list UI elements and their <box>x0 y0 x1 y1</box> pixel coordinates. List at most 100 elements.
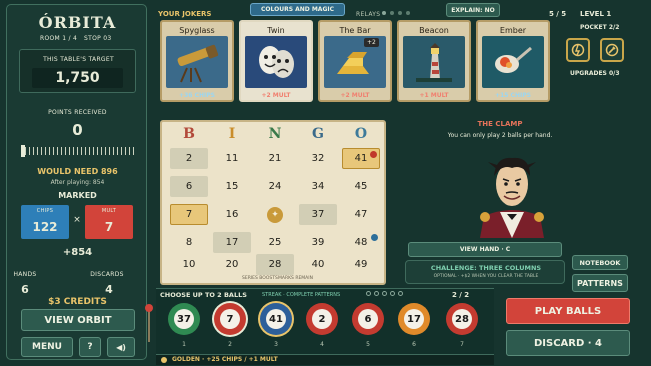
card-cell[interactable]: 24 <box>256 176 294 197</box>
menu-button[interactable]: MENU <box>21 337 73 357</box>
card-cell[interactable]: 2 <box>170 148 208 169</box>
score-panel: ÓRBITA ROOM 1 / 4 STOP 03 THIS TABLE'S T… <box>6 4 147 360</box>
ball-2[interactable]: 2 <box>306 303 338 335</box>
challenge-title: CHALLENGE: THREE COLUMNS <box>430 264 542 272</box>
streak-dot <box>366 291 371 296</box>
marks-remain-label: MARKS REMAIN <box>278 276 313 281</box>
card-cell[interactable]: 15 <box>213 176 251 197</box>
score-gain: +854 <box>62 247 93 258</box>
card-cell[interactable]: 39 <box>299 232 337 253</box>
column-letter-i: I <box>228 126 236 142</box>
streak-dot <box>398 291 403 296</box>
red-seal-icon <box>370 151 377 158</box>
card-cell[interactable]: 28 <box>256 254 294 275</box>
stop-label: STOP 03 <box>84 35 112 42</box>
help-button[interactable]: ? <box>79 337 101 357</box>
series-boosts-label: SERIES BOOSTS <box>242 276 278 281</box>
card-cell[interactable]: 16 <box>213 204 251 225</box>
ball-index: 6 <box>412 341 416 348</box>
view-orbit-button[interactable]: VIEW ORBIT <box>21 309 135 331</box>
card-cell[interactable]: 7 <box>170 204 208 225</box>
after-playing-text: After playing: 854 <box>50 179 105 186</box>
ball-index: 5 <box>366 341 370 348</box>
ember-spoon-icon <box>482 36 544 88</box>
joker-card-twin[interactable]: Twin +2 MULT <box>239 20 313 102</box>
would-need-text: WOULD NEED 896 <box>37 167 118 176</box>
discards-value: 4 <box>105 283 113 296</box>
streak-dots <box>366 291 403 296</box>
chips-value: 122 <box>32 220 58 234</box>
bingo-card: B I N G O 2 11 21 32 41 6 15 24 34 45 7 … <box>160 120 386 285</box>
joker-card-ember[interactable]: Ember +15 CHIPS <box>476 20 550 102</box>
card-cell[interactable]: 45 <box>342 176 380 197</box>
sound-toggle-button[interactable]: ◀) <box>107 337 135 357</box>
patterns-button[interactable]: PATTERNS <box>572 274 628 292</box>
card-cell[interactable]: 11 <box>213 148 251 169</box>
card-cell[interactable]: 10 <box>170 254 208 275</box>
spyglass-icon <box>166 36 228 88</box>
ball-index: 1 <box>182 341 186 348</box>
joker-badge: +2 <box>364 38 379 47</box>
golden-bonus-bar: GOLDEN · +25 CHIPS / +1 MULT <box>156 354 494 365</box>
pocket-slot-2[interactable] <box>600 38 624 62</box>
points-progress-bar <box>21 145 135 157</box>
card-cell[interactable]: 47 <box>342 204 380 225</box>
card-cell[interactable]: 20 <box>213 254 251 275</box>
card-cell[interactable]: 40 <box>299 254 337 275</box>
joker-name: Beacon <box>419 26 449 35</box>
ball-17[interactable]: 17 <box>398 303 430 335</box>
ball-41-selected[interactable]: 41 <box>260 303 292 335</box>
card-cell[interactable]: 17 <box>213 232 251 253</box>
bolt-icon <box>571 43 585 57</box>
ball-index: 2 <box>228 341 232 348</box>
level-label: LEVEL 1 <box>580 10 612 18</box>
boss-description: You can only play 2 balls per hand. <box>447 132 553 139</box>
tab-colours-and-magic[interactable]: COLOURS AND MAGIC <box>250 3 345 16</box>
chips-box: CHIPS 122 <box>21 205 69 239</box>
joker-card-the-bar[interactable]: The Bar +2 +2 MULT <box>318 20 392 102</box>
relay-dot <box>398 11 402 15</box>
lever-handle[interactable] <box>144 302 154 344</box>
ball-37[interactable]: 37 <box>168 303 200 335</box>
joker-card-beacon[interactable]: Beacon +1 MULT <box>397 20 471 102</box>
card-cell[interactable]: 6 <box>170 176 208 197</box>
column-letter-g: G <box>312 126 324 142</box>
ball-number: 6 <box>358 309 378 329</box>
ball-6[interactable]: 6 <box>352 303 384 335</box>
mult-box: MULT 7 <box>85 205 133 239</box>
selection-count: 2 / 2 <box>452 291 470 299</box>
ball-7-selected[interactable]: 7 <box>214 303 246 335</box>
relay-dot <box>382 11 386 15</box>
hands-value: 6 <box>21 283 29 296</box>
clamp-portrait <box>472 146 552 238</box>
card-cell[interactable]: 32 <box>299 148 337 169</box>
credits-text: $3 CREDITS <box>48 297 107 307</box>
card-cell[interactable]: 48 <box>342 232 380 253</box>
view-hand-button[interactable]: VIEW HAND · C <box>408 242 562 257</box>
card-cell[interactable]: 21 <box>256 148 294 169</box>
column-letter-b: B <box>183 126 195 142</box>
notebook-button[interactable]: NOTEBOOK <box>572 255 628 270</box>
challenge-box: CHALLENGE: THREE COLUMNS OPTIONAL · +$2 … <box>405 260 565 284</box>
joker-card-spyglass[interactable]: Spyglass +36 CHIPS <box>160 20 234 102</box>
card-cell[interactable]: 25 <box>256 232 294 253</box>
discard-button[interactable]: DISCARD · 4 <box>506 330 630 356</box>
card-cell[interactable]: 49 <box>342 254 380 275</box>
pocket-slot-1[interactable] <box>566 38 590 62</box>
relays-dots <box>382 11 410 15</box>
joker-bonus: +15 CHIPS <box>495 92 531 99</box>
relay-dot <box>406 11 410 15</box>
play-balls-button[interactable]: PLAY BALLS <box>506 298 630 324</box>
card-cell[interactable]: 37 <box>299 204 337 225</box>
speaker-icon: ◀) <box>116 342 126 352</box>
free-space-cell[interactable]: ✦ <box>256 204 294 225</box>
card-cell[interactable]: 8 <box>170 232 208 253</box>
card-cell[interactable]: 34 <box>299 176 337 197</box>
target-box: THIS TABLE'S TARGET 1,750 <box>19 49 136 93</box>
ball-28[interactable]: 28 <box>446 303 478 335</box>
explain-toggle-button[interactable]: EXPLAIN: NO <box>446 3 500 17</box>
mult-label: MULT <box>101 208 117 214</box>
card-cell[interactable]: 41 <box>342 148 380 169</box>
points-value: 0 <box>72 121 83 139</box>
star-icon: ✦ <box>267 206 283 223</box>
